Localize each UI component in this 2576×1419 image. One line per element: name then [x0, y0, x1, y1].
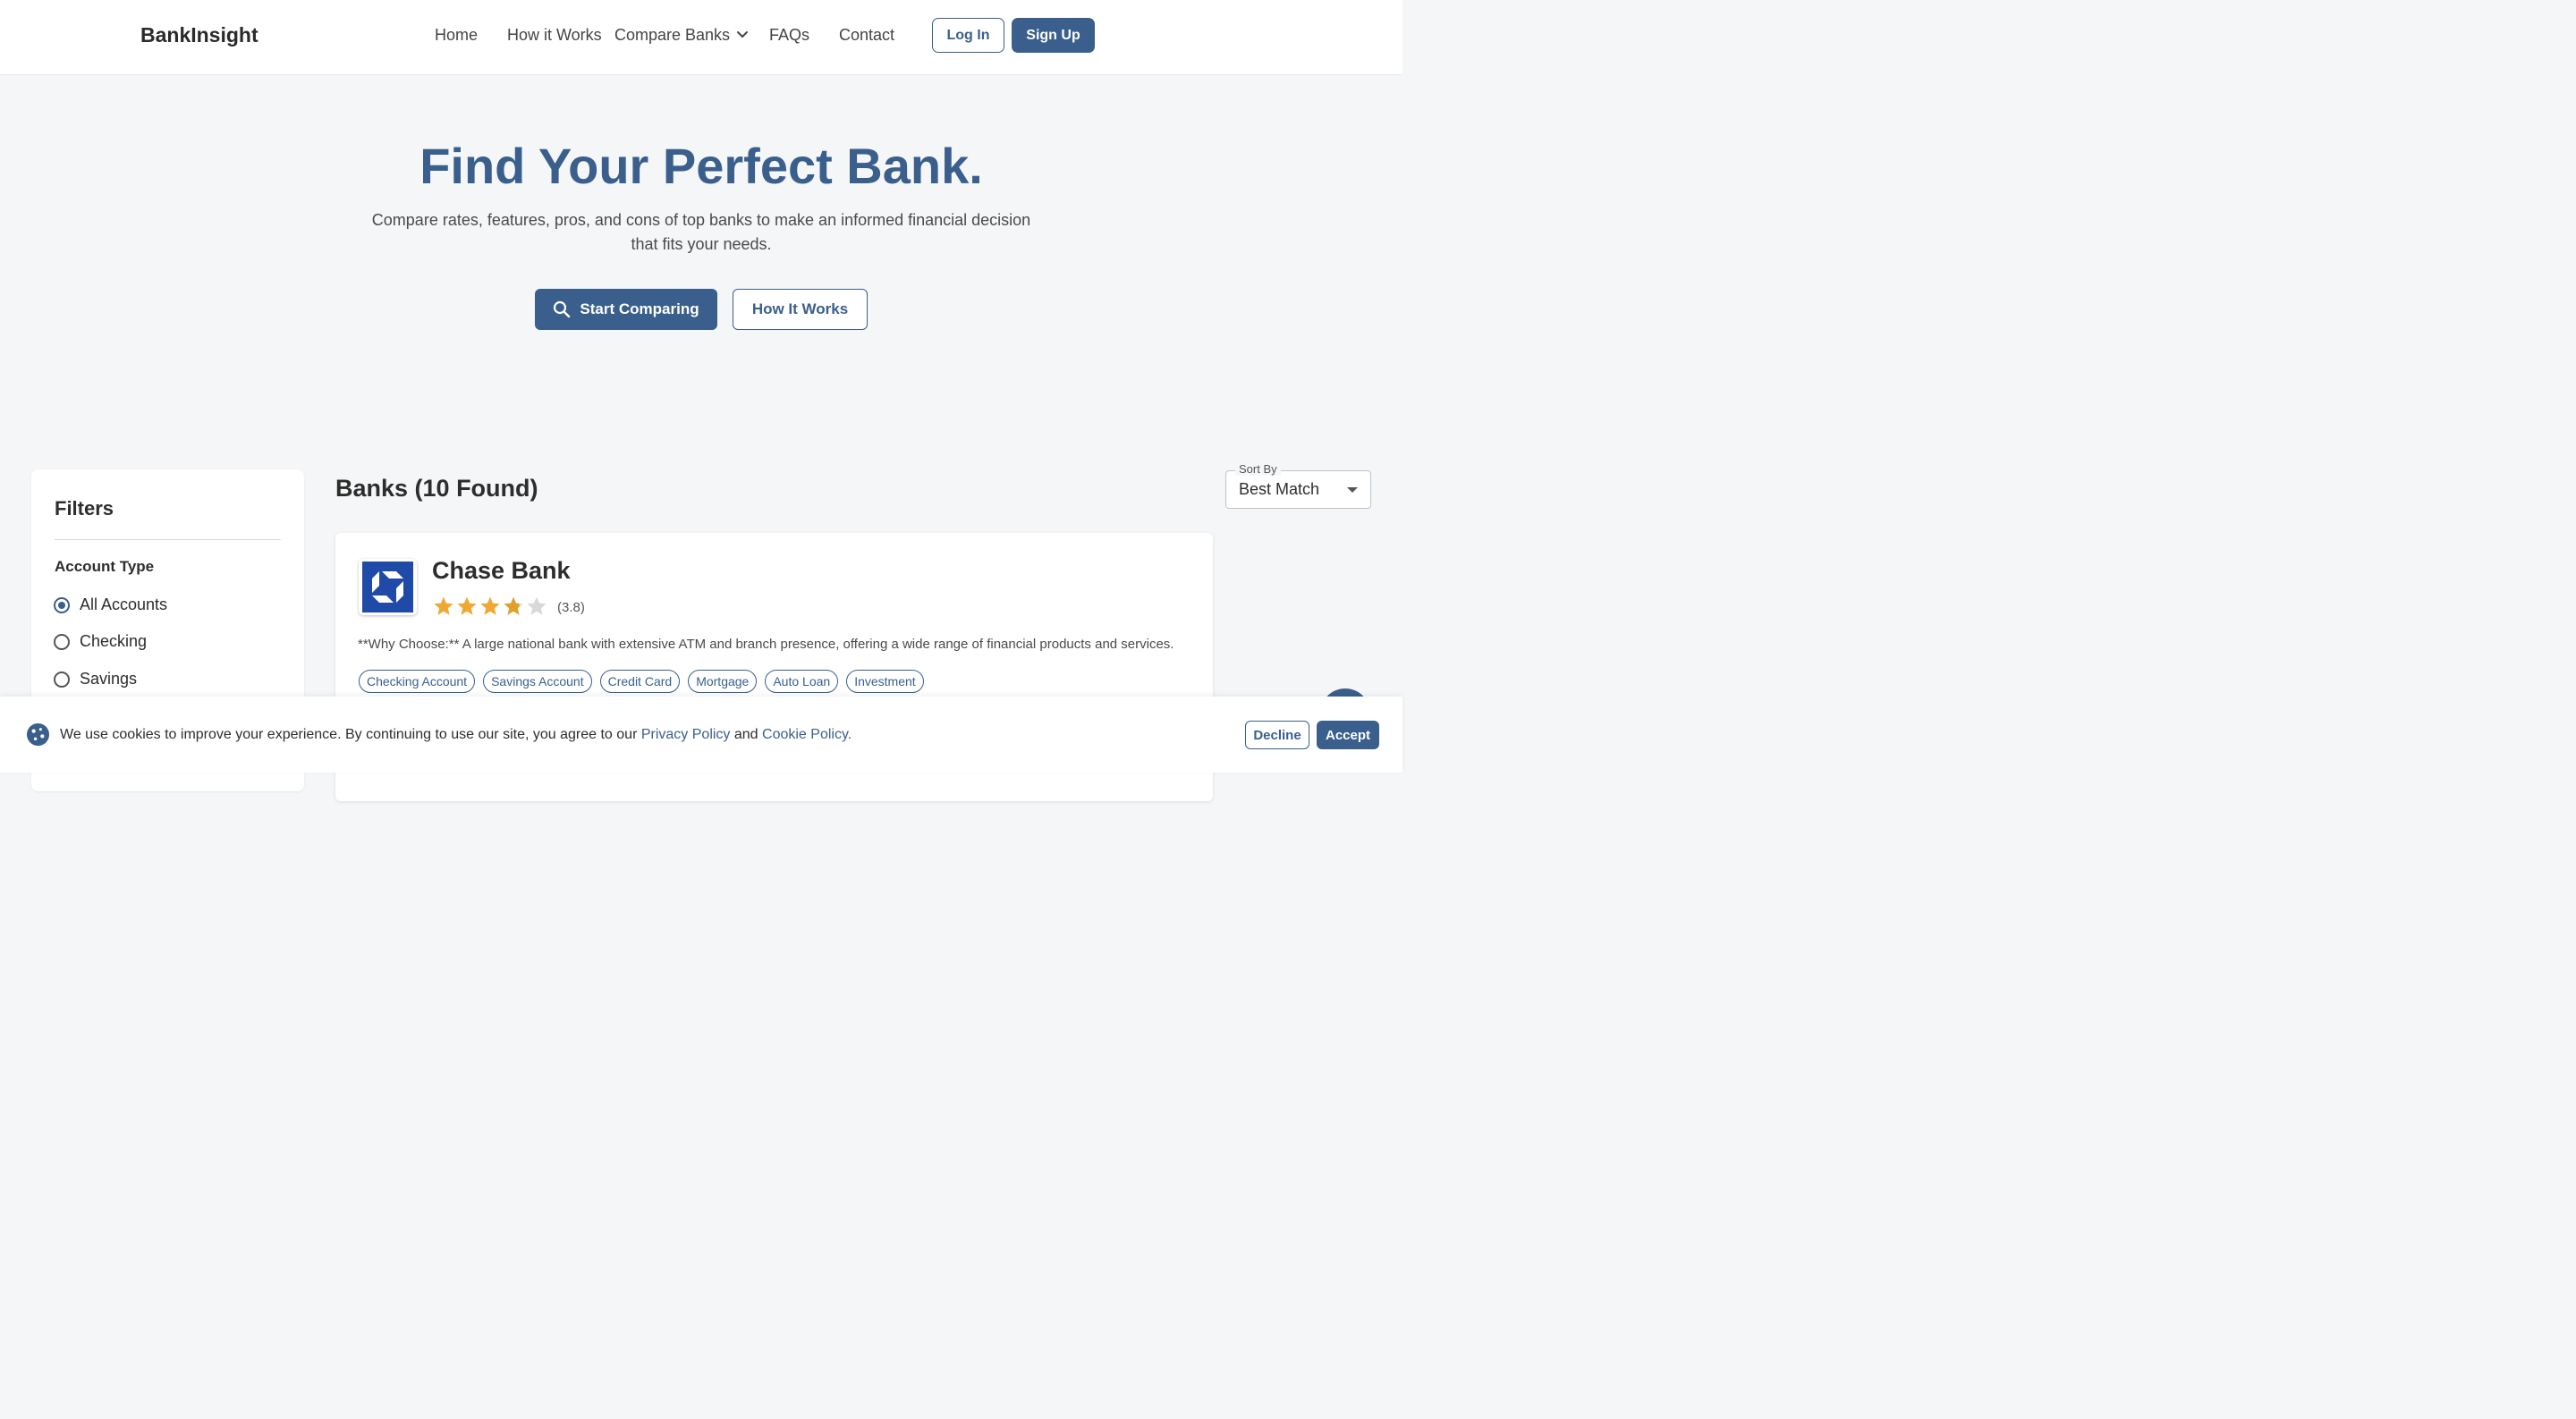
search-icon	[554, 300, 571, 318]
sort-value: Best Match	[1239, 480, 1320, 498]
star-filled-icon	[480, 596, 500, 615]
brand-logo[interactable]: BankInsight	[140, 23, 258, 47]
cookie-text: We use cookies to improve your experienc…	[60, 727, 641, 742]
cookie-text: and	[730, 727, 763, 742]
tag-savings-account[interactable]: Savings Account	[483, 670, 592, 693]
hero-subtitle: Compare rates, features, pros, and cons …	[371, 211, 1031, 253]
bank-logo	[359, 559, 417, 615]
filters-divider	[55, 539, 281, 540]
star-empty-icon	[527, 596, 547, 615]
sort-label: Sort By	[1235, 462, 1281, 476]
radio-label: Savings	[80, 670, 138, 688]
accept-cookies-button[interactable]: Accept	[1317, 721, 1379, 749]
radio-all-accounts[interactable]: All Accounts	[54, 595, 167, 614]
account-type-label: Account Type	[55, 558, 155, 575]
product-tags: Checking Account Savings Account Credit …	[359, 670, 924, 693]
bank-name[interactable]: Chase Bank	[432, 557, 571, 585]
star-filled-icon	[434, 596, 453, 615]
radio-label: All Accounts	[80, 595, 168, 613]
chase-octagon-logo	[362, 562, 413, 612]
tag-checking-account[interactable]: Checking Account	[359, 670, 476, 693]
signup-button[interactable]: Sign Up	[1012, 18, 1095, 53]
star-partial-icon	[504, 596, 523, 615]
cookie-banner: We use cookies to improve your experienc…	[0, 697, 1402, 773]
login-button[interactable]: Log In	[932, 18, 1004, 53]
tag-investment[interactable]: Investment	[846, 670, 924, 693]
star-rating	[433, 595, 547, 617]
how-it-works-button[interactable]: How It Works	[733, 289, 868, 330]
results-title: Banks (10 Found)	[335, 475, 538, 502]
radio-label: Checking	[80, 632, 148, 650]
privacy-policy-link[interactable]: Privacy Policy	[641, 727, 731, 742]
cookie-policy-link[interactable]: Cookie Policy	[762, 727, 848, 742]
nav-how-it-works[interactable]: How it Works	[507, 26, 602, 45]
nav-compare-banks[interactable]: Compare Banks	[614, 26, 730, 45]
radio-button[interactable]	[54, 633, 70, 650]
nav-faqs[interactable]: FAQs	[769, 26, 809, 45]
cookie-message: We use cookies to improve your experienc…	[60, 727, 852, 743]
radio-checking[interactable]: Checking	[54, 632, 147, 651]
radio-button-checked[interactable]	[54, 596, 70, 613]
decline-cookies-button[interactable]: Decline	[1245, 721, 1309, 749]
filters-title: Filters	[55, 497, 114, 519]
rating-value: (3.8)	[557, 600, 585, 615]
why-choose-text: **Why Choose:** A large national bank wi…	[358, 637, 1174, 652]
radio-button[interactable]	[54, 671, 70, 688]
caret-down-icon	[1347, 487, 1358, 493]
tag-auto-loan[interactable]: Auto Loan	[765, 670, 839, 693]
star-filled-icon	[457, 596, 477, 615]
radio-savings[interactable]: Savings	[54, 670, 137, 688]
start-comparing-label: Start Comparing	[580, 300, 699, 317]
site-header: BankInsight Home How it Works Compare Ba…	[0, 0, 1402, 75]
nav-contact[interactable]: Contact	[839, 26, 894, 45]
tag-credit-card[interactable]: Credit Card	[599, 670, 681, 693]
sort-select[interactable]: Best Match	[1225, 470, 1371, 509]
chevron-down-icon[interactable]	[735, 28, 750, 42]
start-comparing-button[interactable]: Start Comparing	[535, 289, 717, 330]
cookie-icon	[26, 722, 50, 747]
nav-home[interactable]: Home	[435, 26, 478, 45]
hero-title: Find Your Perfect Bank.	[419, 138, 983, 194]
tag-mortgage[interactable]: Mortgage	[688, 670, 758, 693]
cookie-text-period: .	[847, 727, 852, 742]
